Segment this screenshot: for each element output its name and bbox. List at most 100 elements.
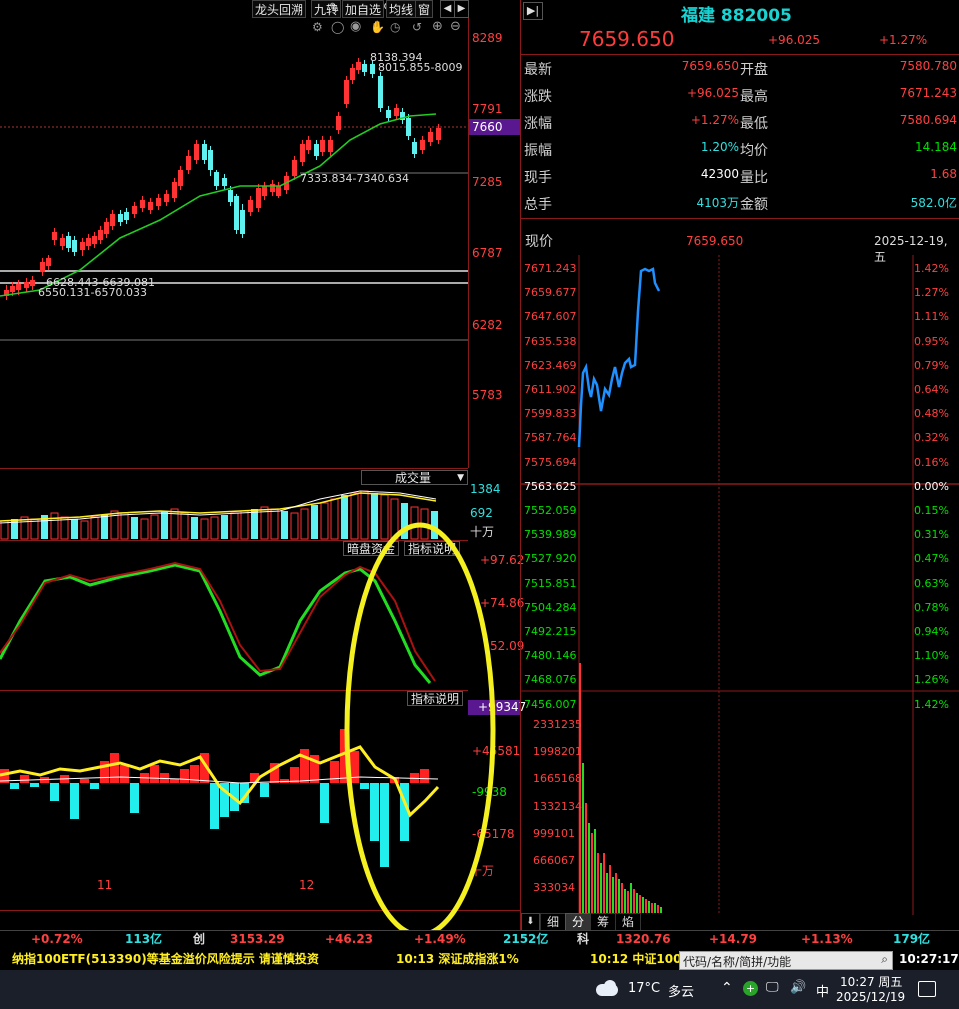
news-ticker-3[interactable]: 10:12 中证100 (590, 950, 681, 968)
collapse-icon[interactable]: ▶| (523, 2, 543, 20)
undo-icon[interactable]: ↺ (412, 20, 422, 34)
volume-title-text: 成交量 (395, 471, 432, 485)
candle-body (370, 64, 375, 74)
y-tick: 7285 (472, 175, 503, 189)
expand-icon[interactable]: ⬇ (521, 913, 540, 931)
quote-panel: ▶| 福建 882005 7659.650 +96.025 +1.27% 最新 7… (521, 0, 959, 228)
volume-bar (101, 515, 108, 539)
volume-bar (401, 503, 408, 539)
pencil-icon[interactable]: ✎ (329, 1, 340, 16)
intraday-volume-bar (594, 829, 596, 913)
intraday-price: 7659.650 (686, 234, 744, 248)
volume-bar (380, 494, 389, 540)
intraday-volume-bar (630, 883, 632, 913)
indicator-help-button[interactable]: 指标说明 (404, 541, 461, 556)
dark-fund-button[interactable]: 暗盘资金 (343, 541, 400, 556)
zoom-in-icon[interactable]: ⊕ (432, 19, 443, 34)
news-ticker-1[interactable]: 纳指100ETF(513390)等基金溢价风险提示 请谨慎投资 (12, 950, 319, 968)
history-icon[interactable]: ◷ (390, 20, 400, 34)
intraday-volume-bar (627, 891, 629, 913)
window-button[interactable]: 窗 (415, 0, 434, 18)
taskbar-time[interactable]: 10:27 周五 (840, 973, 902, 990)
circle-icon[interactable]: ◯ (331, 20, 344, 34)
ind1-tick: +74.86 (480, 596, 525, 610)
next-icon[interactable]: ▶ (454, 0, 469, 18)
status-star-amount: 179亿 (893, 932, 931, 946)
indicator2-panel[interactable] (0, 690, 468, 877)
indicator1-panel[interactable] (0, 540, 468, 691)
ind2-tick: +45581 (472, 744, 521, 758)
intraday-volume-bar (642, 897, 644, 913)
prev-icon[interactable]: ◀ (440, 0, 455, 18)
intraday-volume-bar (591, 833, 593, 913)
flow-bar (170, 779, 179, 783)
candle-body (164, 194, 169, 202)
volume-bar (90, 516, 99, 540)
pct-tick: 0.31% (914, 528, 949, 542)
flow-bar (360, 783, 369, 789)
candle-body (378, 76, 383, 108)
settings-icon[interactable]: ⚙ (312, 20, 323, 34)
d-line (0, 561, 436, 682)
intraday-volume-bar (651, 903, 653, 913)
stock-name: 福建 882005 (681, 6, 792, 26)
dragon-backtrack-button[interactable]: 龙头回溯 (252, 0, 307, 18)
candle-body (98, 230, 103, 240)
volume-title[interactable]: 成交量 ▼ (361, 470, 468, 485)
pct-tick: 1.11% (914, 310, 949, 324)
search-icon[interactable]: ⌕ (881, 952, 888, 967)
pct-tick: 0.95% (914, 334, 949, 348)
pct-tick: 0.16% (914, 455, 949, 469)
candle-body (30, 280, 35, 286)
volume-bar (200, 518, 209, 540)
pct-tick: 0.32% (914, 431, 949, 445)
status-clock: 10:27:17 (899, 952, 959, 966)
ime-indicator[interactable]: 中 (816, 981, 829, 1000)
eye-icon[interactable]: ◉ (350, 19, 361, 34)
pct-tick: 0.78% (914, 600, 949, 614)
indicator-help-button-2[interactable]: 指标说明 (407, 691, 464, 706)
candle-body (314, 144, 319, 156)
ind2-tick: -65178 (472, 827, 515, 841)
moving-average-button[interactable]: 均线 (386, 0, 417, 18)
indicator2-chart (0, 729, 440, 867)
price-tick: 7456.007 (524, 697, 577, 711)
status-star-label[interactable]: 科 (577, 930, 589, 948)
candle-body (178, 170, 183, 186)
taskbar-date[interactable]: 2025/12/19 (836, 990, 905, 1004)
price-tick: 7480.146 (524, 649, 577, 663)
status-chinext-label[interactable]: 创 (193, 930, 205, 948)
add-watchlist-button[interactable]: 加自选 (342, 0, 385, 18)
notification-icon[interactable] (918, 981, 936, 997)
zoom-out-icon[interactable]: ⊖ (450, 19, 461, 34)
volume-icon[interactable]: 🔊 (790, 980, 806, 995)
quote-label: 涨幅 (524, 116, 552, 132)
tray-expand-icon[interactable]: ⌃ (721, 980, 733, 996)
candle-body (386, 110, 391, 118)
status-star-change: +14.79 (709, 932, 758, 946)
date-tick: 11 (97, 878, 113, 892)
search-input[interactable]: 代码/名称/简拼/功能 ⌕ (679, 951, 893, 970)
last-price: 7659.650 (579, 27, 675, 51)
hand-icon[interactable]: ✋ (370, 20, 385, 34)
news-ticker-2[interactable]: 10:13 深证成指涨1% (396, 950, 519, 968)
intraday-panel[interactable] (521, 255, 959, 915)
volume-bar (420, 508, 429, 540)
volume-bar (191, 517, 198, 539)
quote-value: 4103万 (696, 196, 739, 210)
volume-bar (320, 502, 329, 540)
flow-bar (320, 783, 329, 823)
status-star-value: 1320.76 (616, 932, 671, 946)
quote-label: 振幅 (524, 143, 552, 159)
volume-bar (221, 515, 228, 539)
network-icon[interactable]: 🖵 (766, 980, 779, 995)
pct-tick: 0.47% (914, 552, 949, 566)
app-tray-icon[interactable]: + (743, 981, 758, 996)
flow-bar (20, 775, 29, 783)
price-tick: 7635.538 (524, 334, 577, 348)
volume-bar (281, 511, 288, 539)
candle-body (234, 196, 239, 230)
vol-tick: 2331235 (533, 718, 582, 731)
weather-icon[interactable] (596, 980, 622, 998)
candle-body (262, 186, 267, 196)
